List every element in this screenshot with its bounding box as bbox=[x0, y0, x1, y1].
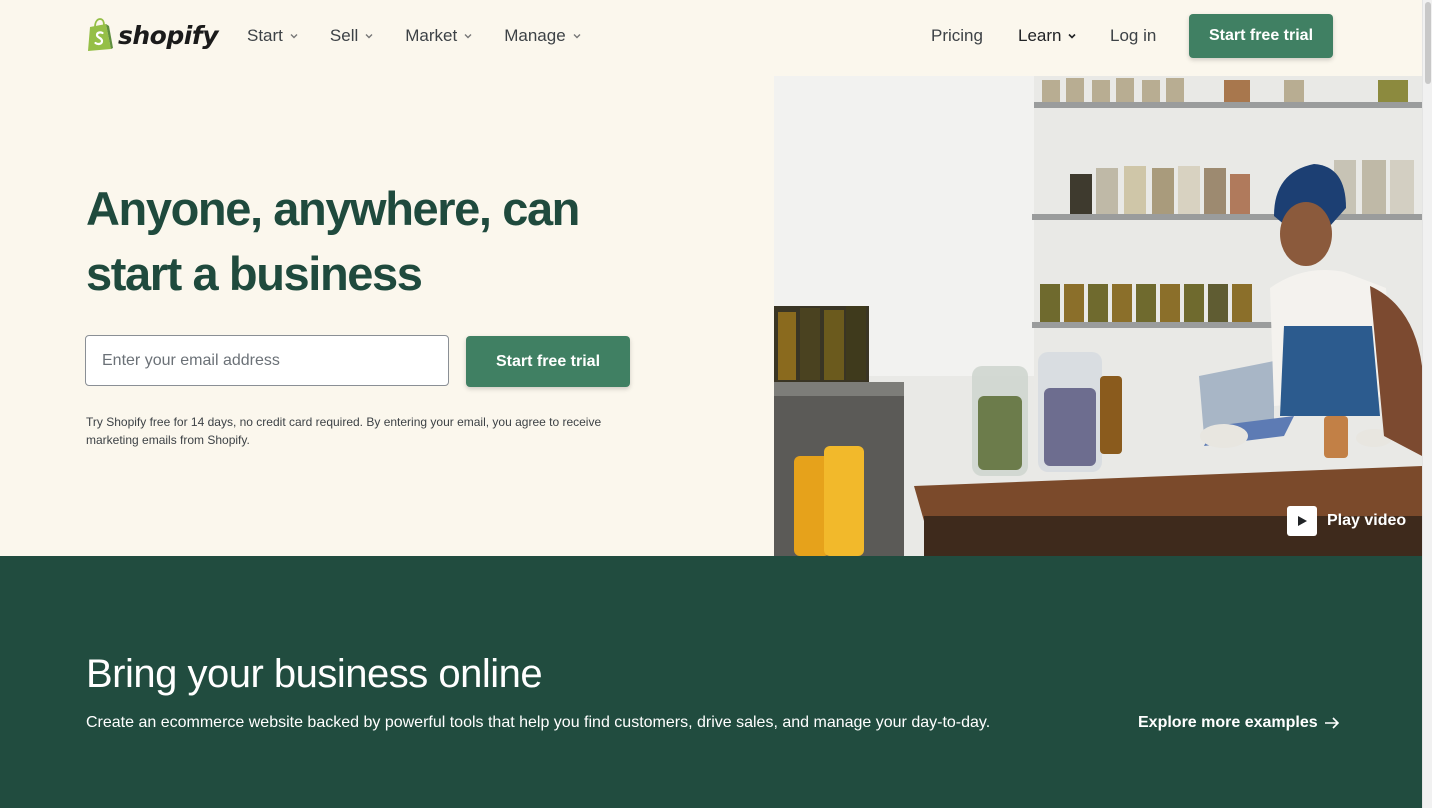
primary-nav: Start Sell Market Manage bbox=[247, 22, 613, 50]
hero-photo bbox=[774, 76, 1422, 556]
shopify-logo[interactable]: shopify bbox=[86, 17, 219, 53]
explore-examples-label: Explore more examples bbox=[1138, 714, 1318, 731]
nav-sell-label: Sell bbox=[329, 26, 359, 45]
hero-photo-illustration bbox=[774, 76, 1422, 556]
chevron-down-icon bbox=[365, 34, 373, 39]
play-video-label: Play video bbox=[1327, 512, 1407, 529]
site-header: shopify Start Sell Market Manage Pricing… bbox=[0, 0, 1422, 76]
hero-start-trial-button[interactable]: Start free trial bbox=[466, 336, 630, 387]
nav-manage[interactable]: Manage bbox=[504, 22, 581, 50]
chevron-down-icon bbox=[573, 34, 581, 39]
nav-learn[interactable]: Learn bbox=[1018, 22, 1077, 50]
bring-online-section: Bring your business online Create an eco… bbox=[0, 556, 1422, 808]
play-video-button[interactable]: Play video bbox=[1287, 506, 1406, 536]
logo-wordmark: shopify bbox=[118, 20, 219, 50]
explore-examples-link[interactable]: Explore more examples bbox=[1138, 714, 1340, 732]
scrollbar-thumb[interactable] bbox=[1425, 2, 1431, 84]
page-scrollbar[interactable] bbox=[1422, 0, 1432, 808]
arrow-right-icon bbox=[1324, 717, 1339, 729]
nav-pricing[interactable]: Pricing bbox=[931, 22, 983, 50]
chevron-down-icon bbox=[290, 34, 298, 39]
play-icon bbox=[1287, 506, 1317, 536]
section-title: Bring your business online bbox=[86, 652, 543, 696]
section-subtitle: Create an ecommerce website backed by po… bbox=[86, 714, 991, 731]
nav-sell[interactable]: Sell bbox=[330, 22, 374, 50]
nav-login[interactable]: Log in bbox=[1110, 22, 1156, 50]
trial-disclaimer: Try Shopify free for 14 days, no credit … bbox=[86, 415, 602, 447]
nav-market-label: Market bbox=[405, 26, 458, 45]
nav-manage-label: Manage bbox=[504, 26, 566, 45]
hero-title: Anyone, anywhere, can start a business bbox=[86, 182, 580, 300]
nav-start-label: Start bbox=[247, 26, 283, 45]
chevron-down-icon bbox=[464, 34, 472, 39]
nav-learn-label: Learn bbox=[1018, 26, 1062, 45]
header-start-trial-button[interactable]: Start free trial bbox=[1189, 14, 1333, 58]
chevron-down-icon bbox=[1068, 33, 1077, 39]
email-input[interactable] bbox=[85, 335, 449, 386]
nav-start[interactable]: Start bbox=[247, 22, 299, 50]
nav-market[interactable]: Market bbox=[405, 22, 473, 50]
shopping-bag-icon bbox=[88, 18, 113, 51]
